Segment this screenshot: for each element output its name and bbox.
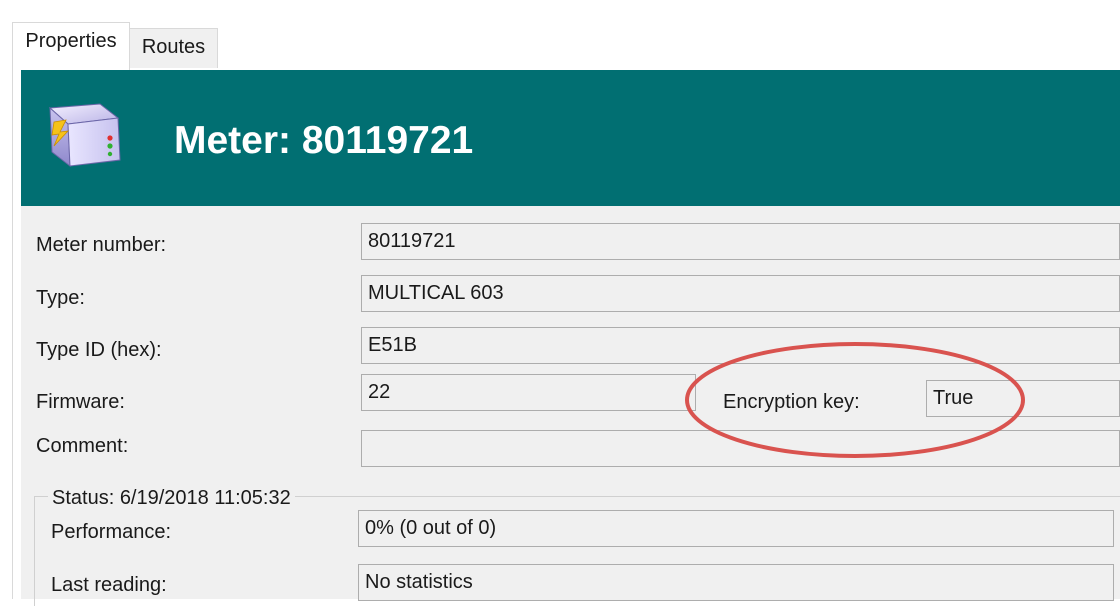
tab-properties[interactable]: Properties bbox=[12, 22, 130, 70]
encryption-key-field[interactable]: True bbox=[926, 380, 1120, 417]
last-reading-field[interactable]: No statistics bbox=[358, 564, 1114, 601]
meter-number-label: Meter number: bbox=[36, 234, 167, 256]
tab-bar: Properties Routes bbox=[0, 0, 1120, 70]
type-label: Type: bbox=[36, 287, 85, 309]
type-id-label: Type ID (hex): bbox=[36, 339, 162, 361]
type-id-field[interactable]: E51B bbox=[361, 327, 1120, 364]
firmware-label: Firmware: bbox=[36, 391, 125, 413]
meter-device-icon bbox=[48, 103, 121, 168]
status-timestamp: Status: 6/19/2018 11:05:32 bbox=[48, 486, 295, 510]
performance-label: Performance: bbox=[51, 521, 172, 543]
type-field[interactable]: MULTICAL 603 bbox=[361, 275, 1120, 312]
comment-field[interactable] bbox=[361, 430, 1120, 467]
tab-routes[interactable]: Routes bbox=[130, 28, 218, 69]
firmware-field[interactable]: 22 bbox=[361, 374, 696, 411]
encryption-key-label: Encryption key: bbox=[723, 391, 860, 413]
meter-number-field[interactable]: 80119721 bbox=[361, 223, 1120, 260]
performance-field[interactable]: 0% (0 out of 0) bbox=[358, 510, 1114, 547]
last-reading-label: Last reading: bbox=[51, 574, 167, 596]
comment-label: Comment: bbox=[36, 435, 129, 457]
page-title: Meter: 80119721 bbox=[174, 119, 474, 162]
